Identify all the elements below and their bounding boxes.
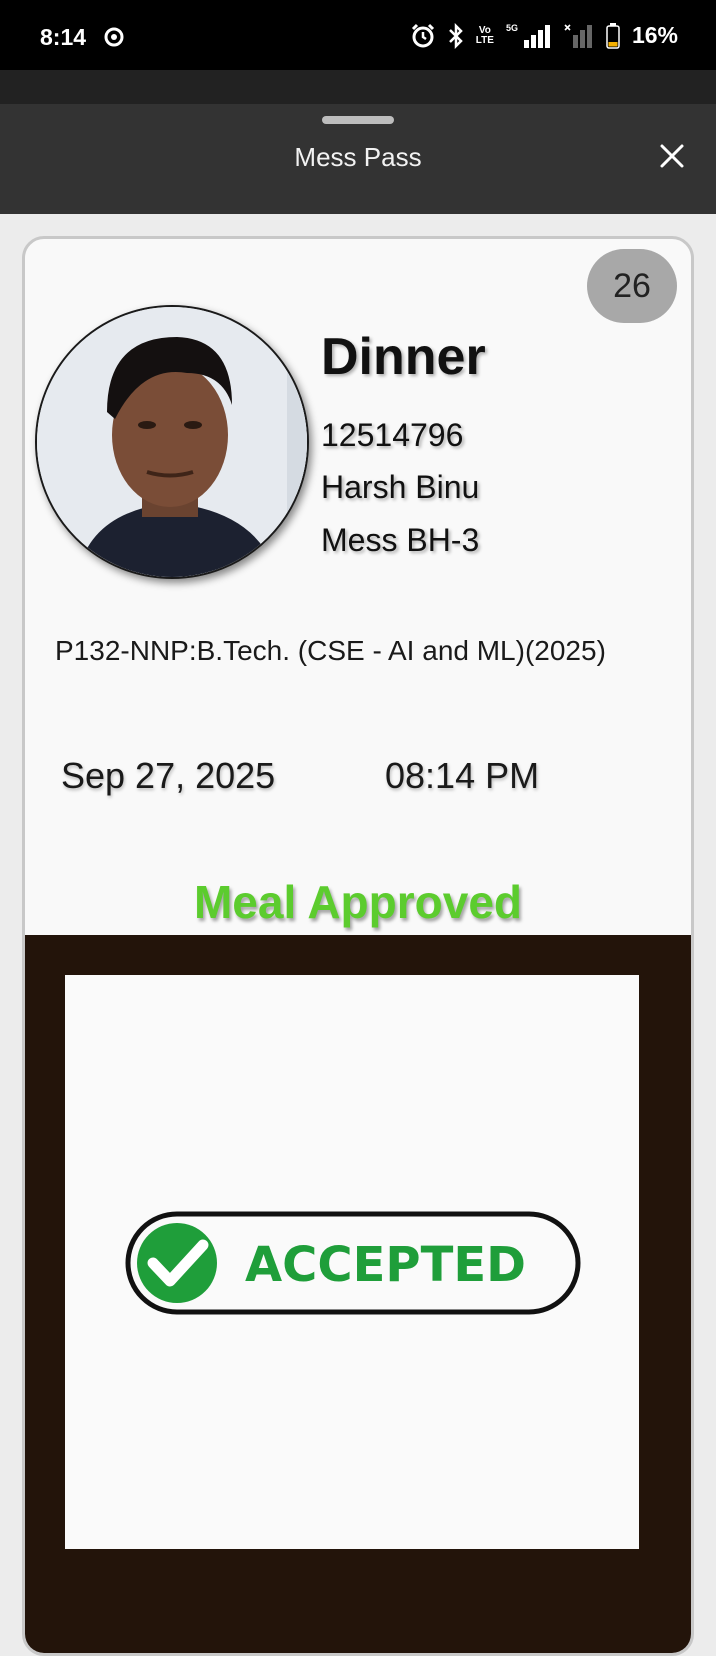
student-name: Harsh Binu (321, 469, 480, 505)
avatar (35, 305, 309, 579)
status-time: 8:14 (40, 24, 87, 50)
sheet-header: Mess Pass (0, 104, 716, 214)
mess-pass-card: 26 Dinner 12514796 Harsh Binu Mess BH-3 … (22, 236, 694, 1656)
stamp-area: ACCEPTED (25, 935, 691, 1653)
volte-indicator: Vo LTE (475, 24, 494, 46)
meal-status: Meal Approved (193, 876, 523, 928)
status-bar: 8:14 Vo LTE 5G 16% (0, 0, 716, 70)
alarm-icon (411, 23, 434, 47)
registration-number: 12514796 (321, 417, 464, 453)
data-saver-icon (104, 27, 124, 47)
pass-time: 08:14 PM (385, 755, 540, 796)
bluetooth-icon (448, 22, 463, 49)
battery-percent: 16% (631, 22, 678, 48)
accepted-stamp: ACCEPTED (125, 1211, 581, 1315)
program-text: P132-NNP:B.Tech. (CSE - AI and ML)(2025) (55, 635, 606, 666)
check-circle-icon (137, 1223, 217, 1303)
mess-name: Mess BH-3 (321, 522, 480, 558)
student-photo (37, 307, 307, 577)
dimmed-background (0, 70, 716, 104)
meal-type: Dinner (321, 328, 486, 386)
drag-handle[interactable] (322, 116, 394, 124)
stamp-panel: ACCEPTED (65, 975, 639, 1549)
pass-date: Sep 27, 2025 (61, 755, 276, 796)
signal-icon (523, 24, 550, 48)
network-type: 5G (505, 22, 518, 33)
close-icon[interactable] (656, 140, 688, 172)
battery-icon (606, 22, 620, 49)
status-icons: Vo LTE 5G 16% (410, 22, 678, 49)
sheet-title: Mess Pass (294, 142, 422, 172)
signal-no-service-icon (564, 23, 592, 48)
count-badge: 26 (587, 249, 677, 323)
svg-text:ACCEPTED: ACCEPTED (245, 1237, 526, 1293)
